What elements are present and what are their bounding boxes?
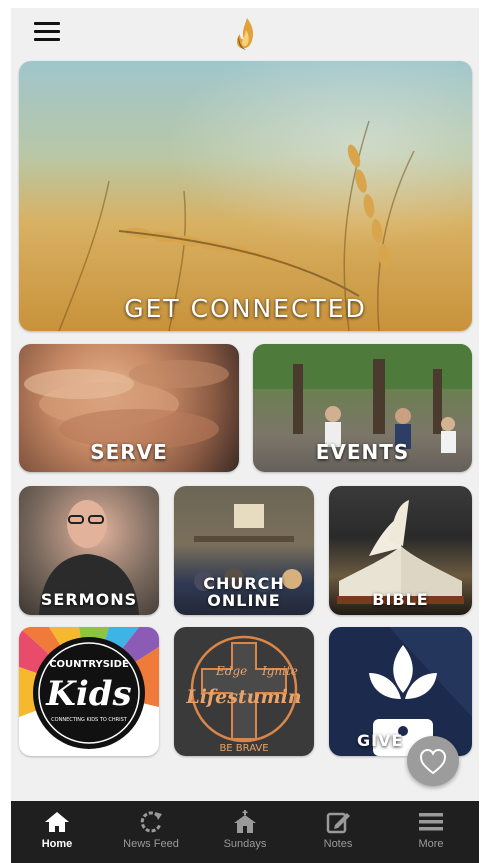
bottom-tab-bar: Home News Feed Sundays Notes More bbox=[11, 801, 479, 863]
tab-home-label: Home bbox=[41, 838, 73, 850]
kids-logo-image: COUNTRYSIDE Kids CONNECTING KIDS TO CHRI… bbox=[19, 627, 159, 749]
get-connected-tile[interactable]: GET CONNECTED bbox=[19, 61, 472, 331]
sermons-tile[interactable]: SERMONS bbox=[19, 486, 159, 615]
hamburger-menu-button[interactable] bbox=[34, 22, 60, 44]
church-online-line2: ONLINE bbox=[207, 591, 281, 610]
tab-news-feed[interactable]: News Feed bbox=[111, 801, 191, 863]
tab-home[interactable]: Home bbox=[17, 801, 97, 863]
home-icon bbox=[45, 812, 69, 832]
hamburger-line bbox=[34, 38, 60, 41]
kids-title: COUNTRYSIDE bbox=[49, 659, 129, 670]
kids-tagline: CONNECTING KIDS TO CHRIST bbox=[51, 717, 128, 723]
church-online-line1: CHURCH bbox=[203, 574, 285, 593]
hamburger-line bbox=[34, 30, 60, 33]
serve-label: SERVE bbox=[90, 440, 168, 464]
tab-notes-label: Notes bbox=[323, 838, 353, 850]
church-online-tile[interactable]: CHURCH ONLINE bbox=[174, 486, 314, 615]
refresh-icon bbox=[140, 811, 162, 833]
wheat-image bbox=[58, 120, 415, 331]
lifestumin-tile[interactable]: Edge Ignite Lifestumin BE BRAVE bbox=[174, 627, 314, 756]
tab-sundays-label: Sundays bbox=[223, 838, 267, 850]
lifestumin-ignite-text: Ignite bbox=[261, 664, 298, 678]
lifestumin-edge-text: Edge bbox=[215, 664, 247, 678]
menu-lines-icon bbox=[419, 813, 443, 831]
flame-logo-icon bbox=[236, 18, 254, 50]
bible-label: BIBLE bbox=[372, 590, 429, 609]
church-icon bbox=[234, 810, 256, 833]
tab-more[interactable]: More bbox=[391, 801, 471, 863]
edit-note-icon bbox=[326, 812, 350, 834]
top-bar bbox=[11, 8, 479, 58]
lifestumin-logo-image: Edge Ignite Lifestumin BE BRAVE bbox=[185, 635, 302, 754]
bible-tile[interactable]: BIBLE bbox=[329, 486, 472, 615]
kids-big-text: Kids bbox=[45, 674, 131, 714]
give-label: GIVE bbox=[357, 731, 404, 750]
tab-more-label: More bbox=[418, 838, 444, 850]
favorite-heart-button[interactable] bbox=[407, 736, 459, 786]
tab-news-feed-label: News Feed bbox=[123, 838, 179, 850]
church-online-label: CHURCH ONLINE bbox=[174, 575, 314, 609]
app-screen: GET CONNECTED SERVE EVENTS SERMONS CHURC… bbox=[11, 8, 479, 863]
countryside-kids-tile[interactable]: COUNTRYSIDE Kids CONNECTING KIDS TO CHRI… bbox=[19, 627, 159, 756]
lifestumin-title-text: Lifestumin bbox=[185, 686, 301, 708]
sermons-label: SERMONS bbox=[40, 590, 138, 609]
serve-tile[interactable]: SERVE bbox=[19, 344, 239, 472]
events-tile[interactable]: EVENTS bbox=[253, 344, 472, 472]
heart-icon bbox=[419, 748, 447, 775]
events-label: EVENTS bbox=[315, 440, 410, 464]
hamburger-line bbox=[34, 22, 60, 25]
tab-notes[interactable]: Notes bbox=[298, 801, 378, 863]
lifestumin-tagline: BE BRAVE bbox=[219, 743, 268, 754]
get-connected-label: GET CONNECTED bbox=[124, 294, 367, 323]
tab-sundays[interactable]: Sundays bbox=[205, 801, 285, 863]
